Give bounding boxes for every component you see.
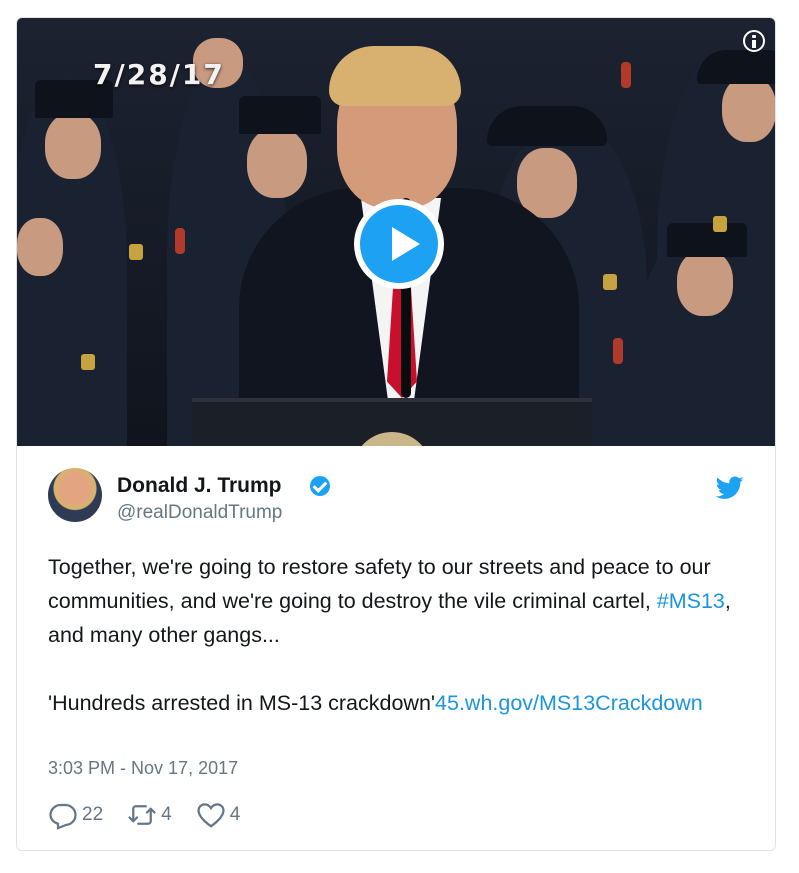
verified-badge-icon — [310, 476, 330, 496]
officer-face — [17, 218, 63, 276]
officer-face — [677, 250, 733, 316]
like-count: 4 — [229, 804, 241, 825]
heart-icon — [197, 803, 225, 828]
embedded-tweet-card: 7/28/17 Donald J. Trump @realDonaldTrump… — [16, 17, 776, 851]
video-date-stamp: 7/28/17 — [93, 58, 225, 91]
badge — [603, 274, 617, 290]
shoulder-patch — [613, 338, 623, 364]
retweet-icon — [128, 805, 156, 825]
tweet-text-part: Together, we're going to restore safety … — [48, 555, 711, 613]
avatar[interactable] — [48, 468, 102, 522]
tweet-paragraph: 'Hundreds arrested in MS-13 crackdown'45… — [48, 686, 748, 720]
officer-face — [722, 76, 775, 142]
podium-seal — [352, 432, 432, 446]
like-button[interactable]: 4 — [196, 800, 241, 830]
quoted-headline: 'Hundreds arrested in MS-13 crackdown' — [48, 691, 436, 715]
officer-face — [247, 128, 307, 198]
info-icon[interactable] — [743, 30, 765, 52]
video-media[interactable]: 7/28/17 — [17, 18, 775, 446]
hashtag-link[interactable]: #MS13 — [657, 589, 725, 613]
tweet-text: Together, we're going to restore safety … — [48, 550, 748, 720]
officer-cap — [667, 223, 747, 257]
badge — [81, 354, 95, 370]
reply-icon — [49, 803, 77, 830]
author-name[interactable]: Donald J. Trump — [117, 474, 282, 498]
officer-cap — [487, 106, 607, 146]
officer-cap — [697, 50, 775, 84]
badge — [713, 216, 727, 232]
reply-count: 22 — [82, 804, 104, 825]
officer-cap — [239, 96, 321, 134]
shoulder-patch — [621, 62, 631, 88]
podium — [192, 398, 592, 446]
badge — [129, 244, 143, 260]
officer-face — [45, 113, 101, 179]
twitter-bird-icon[interactable] — [716, 476, 744, 500]
tweet-body: Donald J. Trump @realDonaldTrump Togethe… — [17, 446, 775, 850]
tweet-paragraph: Together, we're going to restore safety … — [48, 550, 748, 652]
external-link[interactable]: 45.wh.gov/MS13Crackdown — [435, 691, 703, 715]
shoulder-patch — [175, 228, 185, 254]
retweet-count: 4 — [161, 804, 172, 825]
reply-button[interactable]: 22 — [48, 800, 103, 830]
play-icon — [392, 227, 420, 261]
speaker-hair — [329, 46, 461, 106]
tweet-timestamp[interactable]: 3:03 PM - Nov 17, 2017 — [48, 758, 238, 779]
retweet-button[interactable]: 4 — [127, 800, 172, 830]
author-handle[interactable]: @realDonaldTrump — [117, 502, 282, 524]
tweet-actions: 22 4 4 — [48, 800, 264, 830]
play-button[interactable] — [354, 199, 444, 289]
